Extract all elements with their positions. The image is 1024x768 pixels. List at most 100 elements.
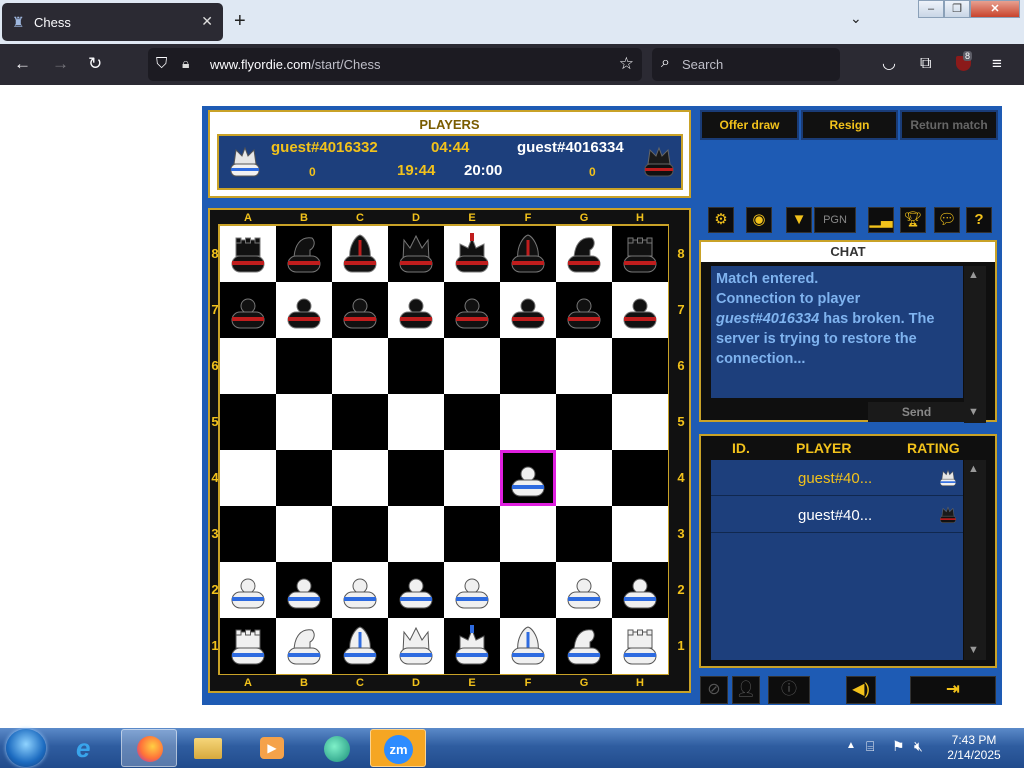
white-bishop-piece-icon[interactable] xyxy=(504,622,552,670)
square-d3[interactable] xyxy=(388,506,444,562)
square-a5[interactable] xyxy=(220,394,276,450)
square-b4[interactable] xyxy=(276,450,332,506)
back-icon[interactable]: ← xyxy=(14,54,31,74)
red-pawn-piece-icon[interactable] xyxy=(504,286,552,334)
square-e8[interactable] xyxy=(444,226,500,282)
square-b2[interactable] xyxy=(276,562,332,618)
offer-draw-button[interactable]: Offer draw xyxy=(700,110,799,140)
url-bar[interactable]: ⛉ 🔒︎ www.flyordie.com/start/Chess ☆ xyxy=(148,48,642,81)
square-d6[interactable] xyxy=(388,338,444,394)
square-c6[interactable] xyxy=(332,338,388,394)
square-e2[interactable] xyxy=(444,562,500,618)
square-f6[interactable] xyxy=(500,338,556,394)
square-e3[interactable] xyxy=(444,506,500,562)
square-d1[interactable] xyxy=(388,618,444,674)
white-pawn-piece-icon[interactable] xyxy=(336,566,384,614)
return-match-button[interactable]: Return match xyxy=(900,110,998,140)
red-bishop-piece-icon[interactable] xyxy=(336,230,384,278)
square-c5[interactable] xyxy=(332,394,388,450)
forward-icon[interactable]: → xyxy=(52,54,69,74)
square-h7[interactable] xyxy=(612,282,668,338)
maximize-icon[interactable]: ❐ xyxy=(944,0,970,18)
close-tab-icon[interactable]: ✕ xyxy=(201,13,213,30)
reload-icon[interactable]: ↻ xyxy=(88,54,102,74)
menu-icon[interactable]: ≡ xyxy=(992,54,1002,74)
internet-explorer-icon[interactable]: e xyxy=(62,729,118,767)
square-a8[interactable] xyxy=(220,226,276,282)
square-f4[interactable] xyxy=(500,450,556,506)
white-bishop-piece-icon[interactable] xyxy=(336,622,384,670)
block-icon[interactable]: ⊘ xyxy=(700,676,728,704)
square-h6[interactable] xyxy=(612,338,668,394)
sound-icon[interactable]: ◉ xyxy=(746,207,772,233)
show-hidden-icons-icon[interactable]: ▲ xyxy=(846,740,856,751)
volume-muted-icon[interactable]: 🔇︎ xyxy=(914,738,923,755)
white-rook-piece-icon[interactable] xyxy=(616,622,664,670)
firefox-icon[interactable] xyxy=(121,729,177,767)
square-d7[interactable] xyxy=(388,282,444,338)
square-e6[interactable] xyxy=(444,338,500,394)
red-pawn-piece-icon[interactable] xyxy=(616,286,664,334)
square-d2[interactable] xyxy=(388,562,444,618)
red-pawn-piece-icon[interactable] xyxy=(224,286,272,334)
ranking-icon[interactable]: ▁▃ xyxy=(868,207,894,233)
app-icon[interactable] xyxy=(308,729,364,767)
square-g2[interactable] xyxy=(556,562,612,618)
red-rook-piece-icon[interactable] xyxy=(616,230,664,278)
square-g1[interactable] xyxy=(556,618,612,674)
square-h1[interactable] xyxy=(612,618,668,674)
user-profile-icon[interactable]: 👤︎ xyxy=(732,676,760,704)
square-d5[interactable] xyxy=(388,394,444,450)
list-item[interactable]: guest#40... xyxy=(711,497,963,533)
minimize-icon[interactable]: – xyxy=(918,0,944,18)
scroll-up-icon[interactable]: ▲ xyxy=(968,463,979,475)
square-b1[interactable] xyxy=(276,618,332,674)
square-f7[interactable] xyxy=(500,282,556,338)
square-g5[interactable] xyxy=(556,394,612,450)
white-pawn-piece-icon[interactable] xyxy=(392,566,440,614)
white-pawn-piece-icon[interactable] xyxy=(504,454,552,502)
square-a3[interactable] xyxy=(220,506,276,562)
scroll-down-icon[interactable]: ▼ xyxy=(968,406,979,418)
square-c8[interactable] xyxy=(332,226,388,282)
extensions-icon[interactable]: ⧉ xyxy=(920,54,931,74)
dropdown-arrow-icon[interactable]: ▼ xyxy=(786,207,812,233)
chat-scrollbar[interactable]: ▲ ▼ xyxy=(964,266,986,423)
square-f8[interactable] xyxy=(500,226,556,282)
speech-bubble-icon[interactable]: 💬︎ xyxy=(934,207,960,233)
square-b8[interactable] xyxy=(276,226,332,282)
network-icon[interactable]: ⌸ xyxy=(866,738,874,755)
zoom-app-icon[interactable]: zm xyxy=(370,729,426,767)
square-h5[interactable] xyxy=(612,394,668,450)
bookmark-star-icon[interactable]: ☆ xyxy=(619,54,634,74)
search-bar[interactable]: ⌕ Search xyxy=(652,48,840,81)
volume-icon[interactable]: ◀) xyxy=(846,676,876,704)
chess-board[interactable] xyxy=(218,224,669,675)
scroll-down-icon[interactable]: ▼ xyxy=(968,644,979,656)
red-knight-piece-icon[interactable] xyxy=(560,230,608,278)
red-pawn-piece-icon[interactable] xyxy=(336,286,384,334)
square-f3[interactable] xyxy=(500,506,556,562)
square-c4[interactable] xyxy=(332,450,388,506)
trophy-icon[interactable]: 🏆︎ xyxy=(900,207,926,233)
white-pawn-piece-icon[interactable] xyxy=(224,566,272,614)
send-button[interactable]: Send xyxy=(868,402,965,422)
pocket-icon[interactable]: ◡ xyxy=(882,54,896,74)
square-c2[interactable] xyxy=(332,562,388,618)
square-d8[interactable] xyxy=(388,226,444,282)
square-a7[interactable] xyxy=(220,282,276,338)
white-knight-piece-icon[interactable] xyxy=(560,622,608,670)
square-a6[interactable] xyxy=(220,338,276,394)
white-king-piece-icon[interactable] xyxy=(448,622,496,670)
clock[interactable]: 7:43 PM 2/14/2025 xyxy=(944,733,1004,763)
red-knight-piece-icon[interactable] xyxy=(280,230,328,278)
square-c3[interactable] xyxy=(332,506,388,562)
square-c1[interactable] xyxy=(332,618,388,674)
chevron-down-icon[interactable]: ⌄ xyxy=(850,10,862,27)
exit-icon[interactable]: ⇥ xyxy=(910,676,996,704)
square-g3[interactable] xyxy=(556,506,612,562)
settings-gear-icon[interactable]: ⚙ xyxy=(708,207,734,233)
square-b6[interactable] xyxy=(276,338,332,394)
red-pawn-piece-icon[interactable] xyxy=(280,286,328,334)
square-f2[interactable] xyxy=(500,562,556,618)
